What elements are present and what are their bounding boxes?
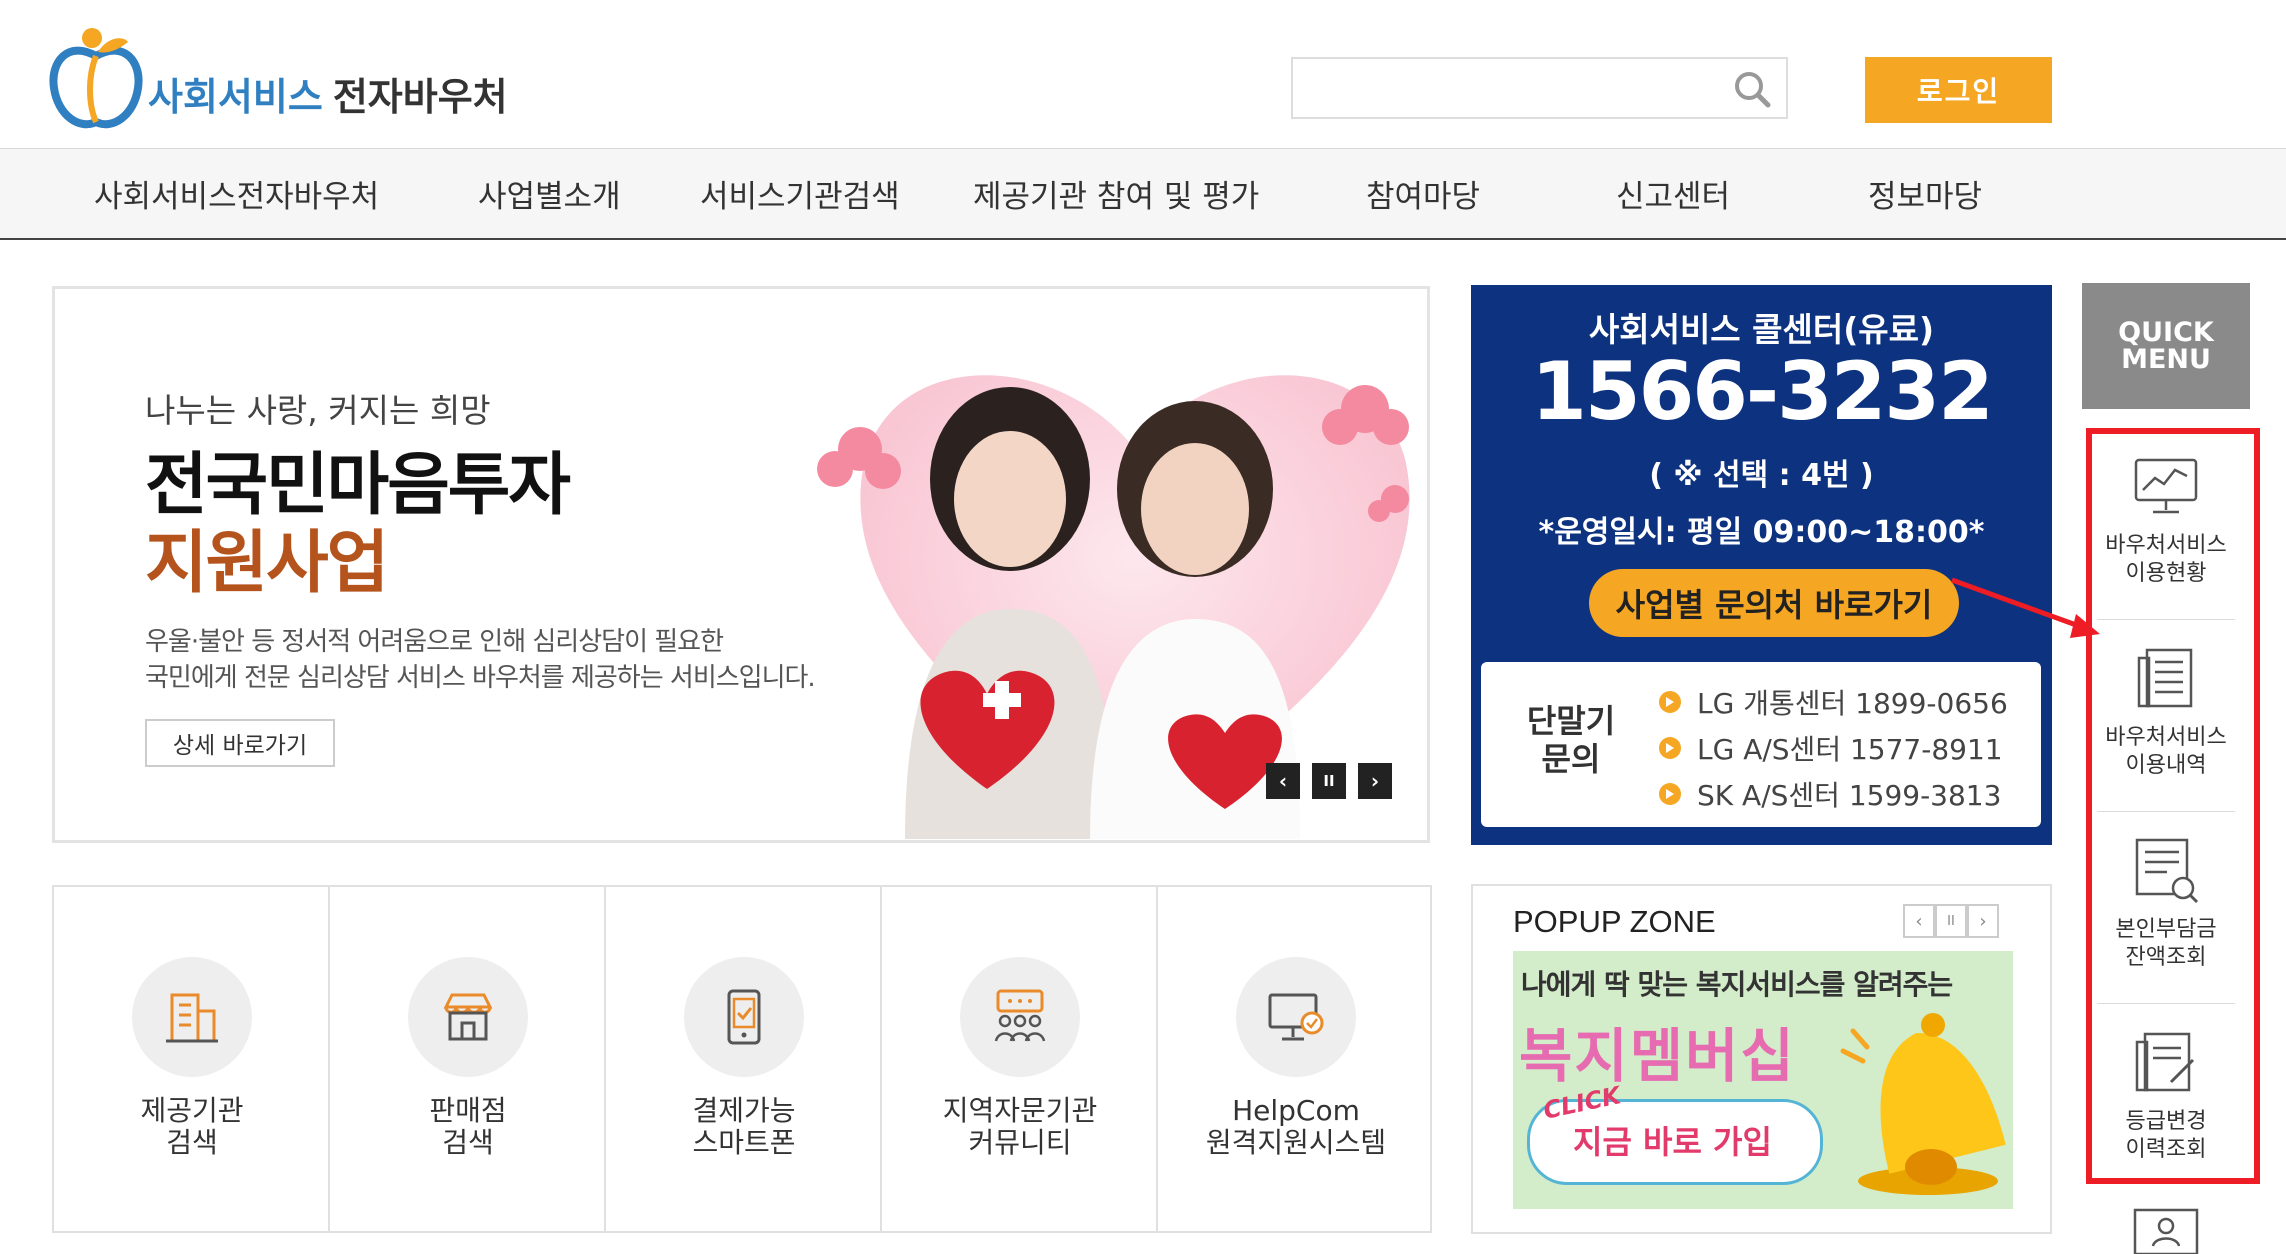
- hero-prev-button[interactable]: ‹: [1266, 763, 1300, 799]
- apple-logo-icon: [49, 28, 143, 129]
- shortcut-community[interactable]: 지역자문기관 커뮤니티: [882, 887, 1158, 1231]
- nav-item-participation[interactable]: 참여마당: [1366, 171, 1480, 216]
- callcenter-title: 사회서비스 콜센터(유료): [1588, 310, 1935, 349]
- shortcut-provider-search[interactable]: 제공기관 검색: [54, 887, 330, 1231]
- shortcut-label: 지역자문기관 커뮤니티: [942, 1094, 1098, 1159]
- bullet-arrow-icon: [1659, 691, 1681, 713]
- building-icon: [166, 993, 218, 1043]
- callcenter-phone: 1566-3232: [1531, 345, 1994, 438]
- login-button[interactable]: 로그인: [1865, 57, 2052, 123]
- hero-title-accent: 지원사업: [145, 524, 389, 603]
- smartphone-icon: [727, 989, 761, 1045]
- hero-subtitle: 나누는 사랑, 커지는 희망: [145, 391, 491, 430]
- terminal-row-text: SK A/S센터 1599-3813: [1697, 779, 2002, 812]
- red-arrow-icon: [1951, 577, 2100, 638]
- hero-banner: 나누는 사랑, 커지는 희망 전국민마음투자 지원사업 우울·불안 등 정서적 …: [52, 286, 1430, 843]
- logo-text: 사회서비스 전자바우처: [148, 75, 508, 119]
- remote-support-icon: [1268, 993, 1324, 1041]
- quick-menu-title-line1: QUICK: [2118, 317, 2214, 348]
- shortcut-grid: 제공기관 검색 판매점 검색 결제가능 스마트폰 지역자문기관 커뮤니티 Hel…: [52, 885, 1432, 1233]
- community-icon: [994, 989, 1046, 1042]
- hero-pause-button[interactable]: II: [1312, 763, 1346, 799]
- popup-pause-button[interactable]: II: [1935, 904, 1967, 938]
- shortcut-label: HelpCom 원격지원시스템: [1205, 1094, 1387, 1159]
- terminal-row: SK A/S센터 1599-3813: [1659, 774, 2001, 814]
- quick-menu-title: QUICK MENU: [2082, 283, 2250, 409]
- shortcut-label: 결제가능 스마트폰: [692, 1094, 796, 1159]
- bullet-arrow-icon: [1659, 783, 1681, 805]
- inquiry-shortcut-button[interactable]: 사업별 문의처 바로가기: [1589, 569, 1959, 637]
- nav-item-report-center[interactable]: 신고센터: [1616, 171, 1730, 216]
- terminal-row-text: LG A/S센터 1577-8911: [1697, 733, 2003, 766]
- popup-next-button[interactable]: ›: [1967, 904, 1999, 938]
- hero-next-button[interactable]: ›: [1358, 763, 1392, 799]
- search-input[interactable]: [1293, 59, 1713, 117]
- shortcut-label: 판매점 검색: [429, 1094, 507, 1159]
- main-nav: 사회서비스전자바우처 사업별소개 서비스기관검색 제공기관 참여 및 평가 참여…: [0, 148, 2286, 240]
- nav-item-social-service-voucher[interactable]: 사회서비스전자바우처: [94, 171, 379, 216]
- nav-item-business-intro[interactable]: 사업별소개: [478, 171, 621, 216]
- banner-title: 복지멤버십: [1519, 1022, 1796, 1090]
- callcenter-hours: *운영일시: 평일 09:00~18:00*: [1538, 515, 1985, 550]
- nav-item-info[interactable]: 정보마당: [1868, 171, 1982, 216]
- nav-item-provider-evaluation[interactable]: 제공기관 참여 및 평가: [973, 171, 1259, 216]
- terminal-inquiry-box: 단말기 문의 LG 개통센터 1899-0656 LG A/S센터 1577-8…: [1481, 662, 2041, 827]
- welfare-membership-banner[interactable]: 나에게 딱 맞는 복지서비스를 알려주는 복지멤버십 CLICK 지금 바로 가…: [1513, 951, 2013, 1209]
- shortcut-helpcom[interactable]: HelpCom 원격지원시스템: [1158, 887, 1434, 1231]
- popup-zone: POPUP ZONE ‹ II › 나에게 딱 맞는 복지서비스를 알려주는 복…: [1471, 884, 2052, 1234]
- search-icon[interactable]: [1732, 69, 1772, 109]
- hero-detail-button[interactable]: 상세 바로가기: [145, 719, 335, 767]
- hero-description-line1: 우울·불안 등 정서적 어려움으로 인해 심리상담이 필요한: [145, 627, 724, 657]
- shortcut-label: 제공기관 검색: [140, 1094, 244, 1159]
- bell-icon: [1840, 1013, 2006, 1195]
- terminal-row: LG A/S센터 1577-8911: [1659, 728, 2003, 768]
- terminal-row: LG 개통센터 1899-0656: [1659, 682, 2008, 722]
- search-box: [1291, 57, 1788, 119]
- terminal-inquiry-label: 단말기 문의: [1521, 702, 1621, 778]
- popup-zone-title: POPUP ZONE: [1513, 904, 1716, 939]
- quick-menu-title-line2: MENU: [2121, 344, 2211, 375]
- terminal-label-line2: 문의: [1541, 740, 1601, 778]
- popup-prev-button[interactable]: ‹: [1903, 904, 1935, 938]
- shortcut-icon-circle: [1236, 957, 1356, 1077]
- shortcut-icon-circle: [960, 957, 1080, 1077]
- shortcut-store-search[interactable]: 판매점 검색: [330, 887, 606, 1231]
- person-document-icon[interactable]: [2097, 1196, 2235, 1254]
- shortcut-smartphone[interactable]: 결제가능 스마트폰: [606, 887, 882, 1231]
- shortcut-icon-circle: [684, 957, 804, 1077]
- banner-join-text: 지금 바로 가입: [1573, 1123, 1772, 1161]
- store-icon: [443, 993, 493, 1041]
- nav-item-agency-search[interactable]: 서비스기관검색: [700, 171, 900, 216]
- site-logo[interactable]: 사회서비스 전자바우처: [48, 22, 528, 132]
- shortcut-icon-circle: [132, 957, 252, 1077]
- hero-description-line2: 국민에게 전문 심리상담 서비스 바우처를 제공하는 서비스입니다.: [145, 663, 816, 693]
- terminal-label-line1: 단말기: [1526, 702, 1616, 740]
- highlight-box: [2086, 428, 2260, 1184]
- bullet-arrow-icon: [1659, 737, 1681, 759]
- callcenter-select-note: ( ※ 선택 : 4번 ): [1649, 458, 1874, 493]
- terminal-row-text: LG 개통센터 1899-0656: [1697, 687, 2008, 720]
- shortcut-icon-circle: [408, 957, 528, 1077]
